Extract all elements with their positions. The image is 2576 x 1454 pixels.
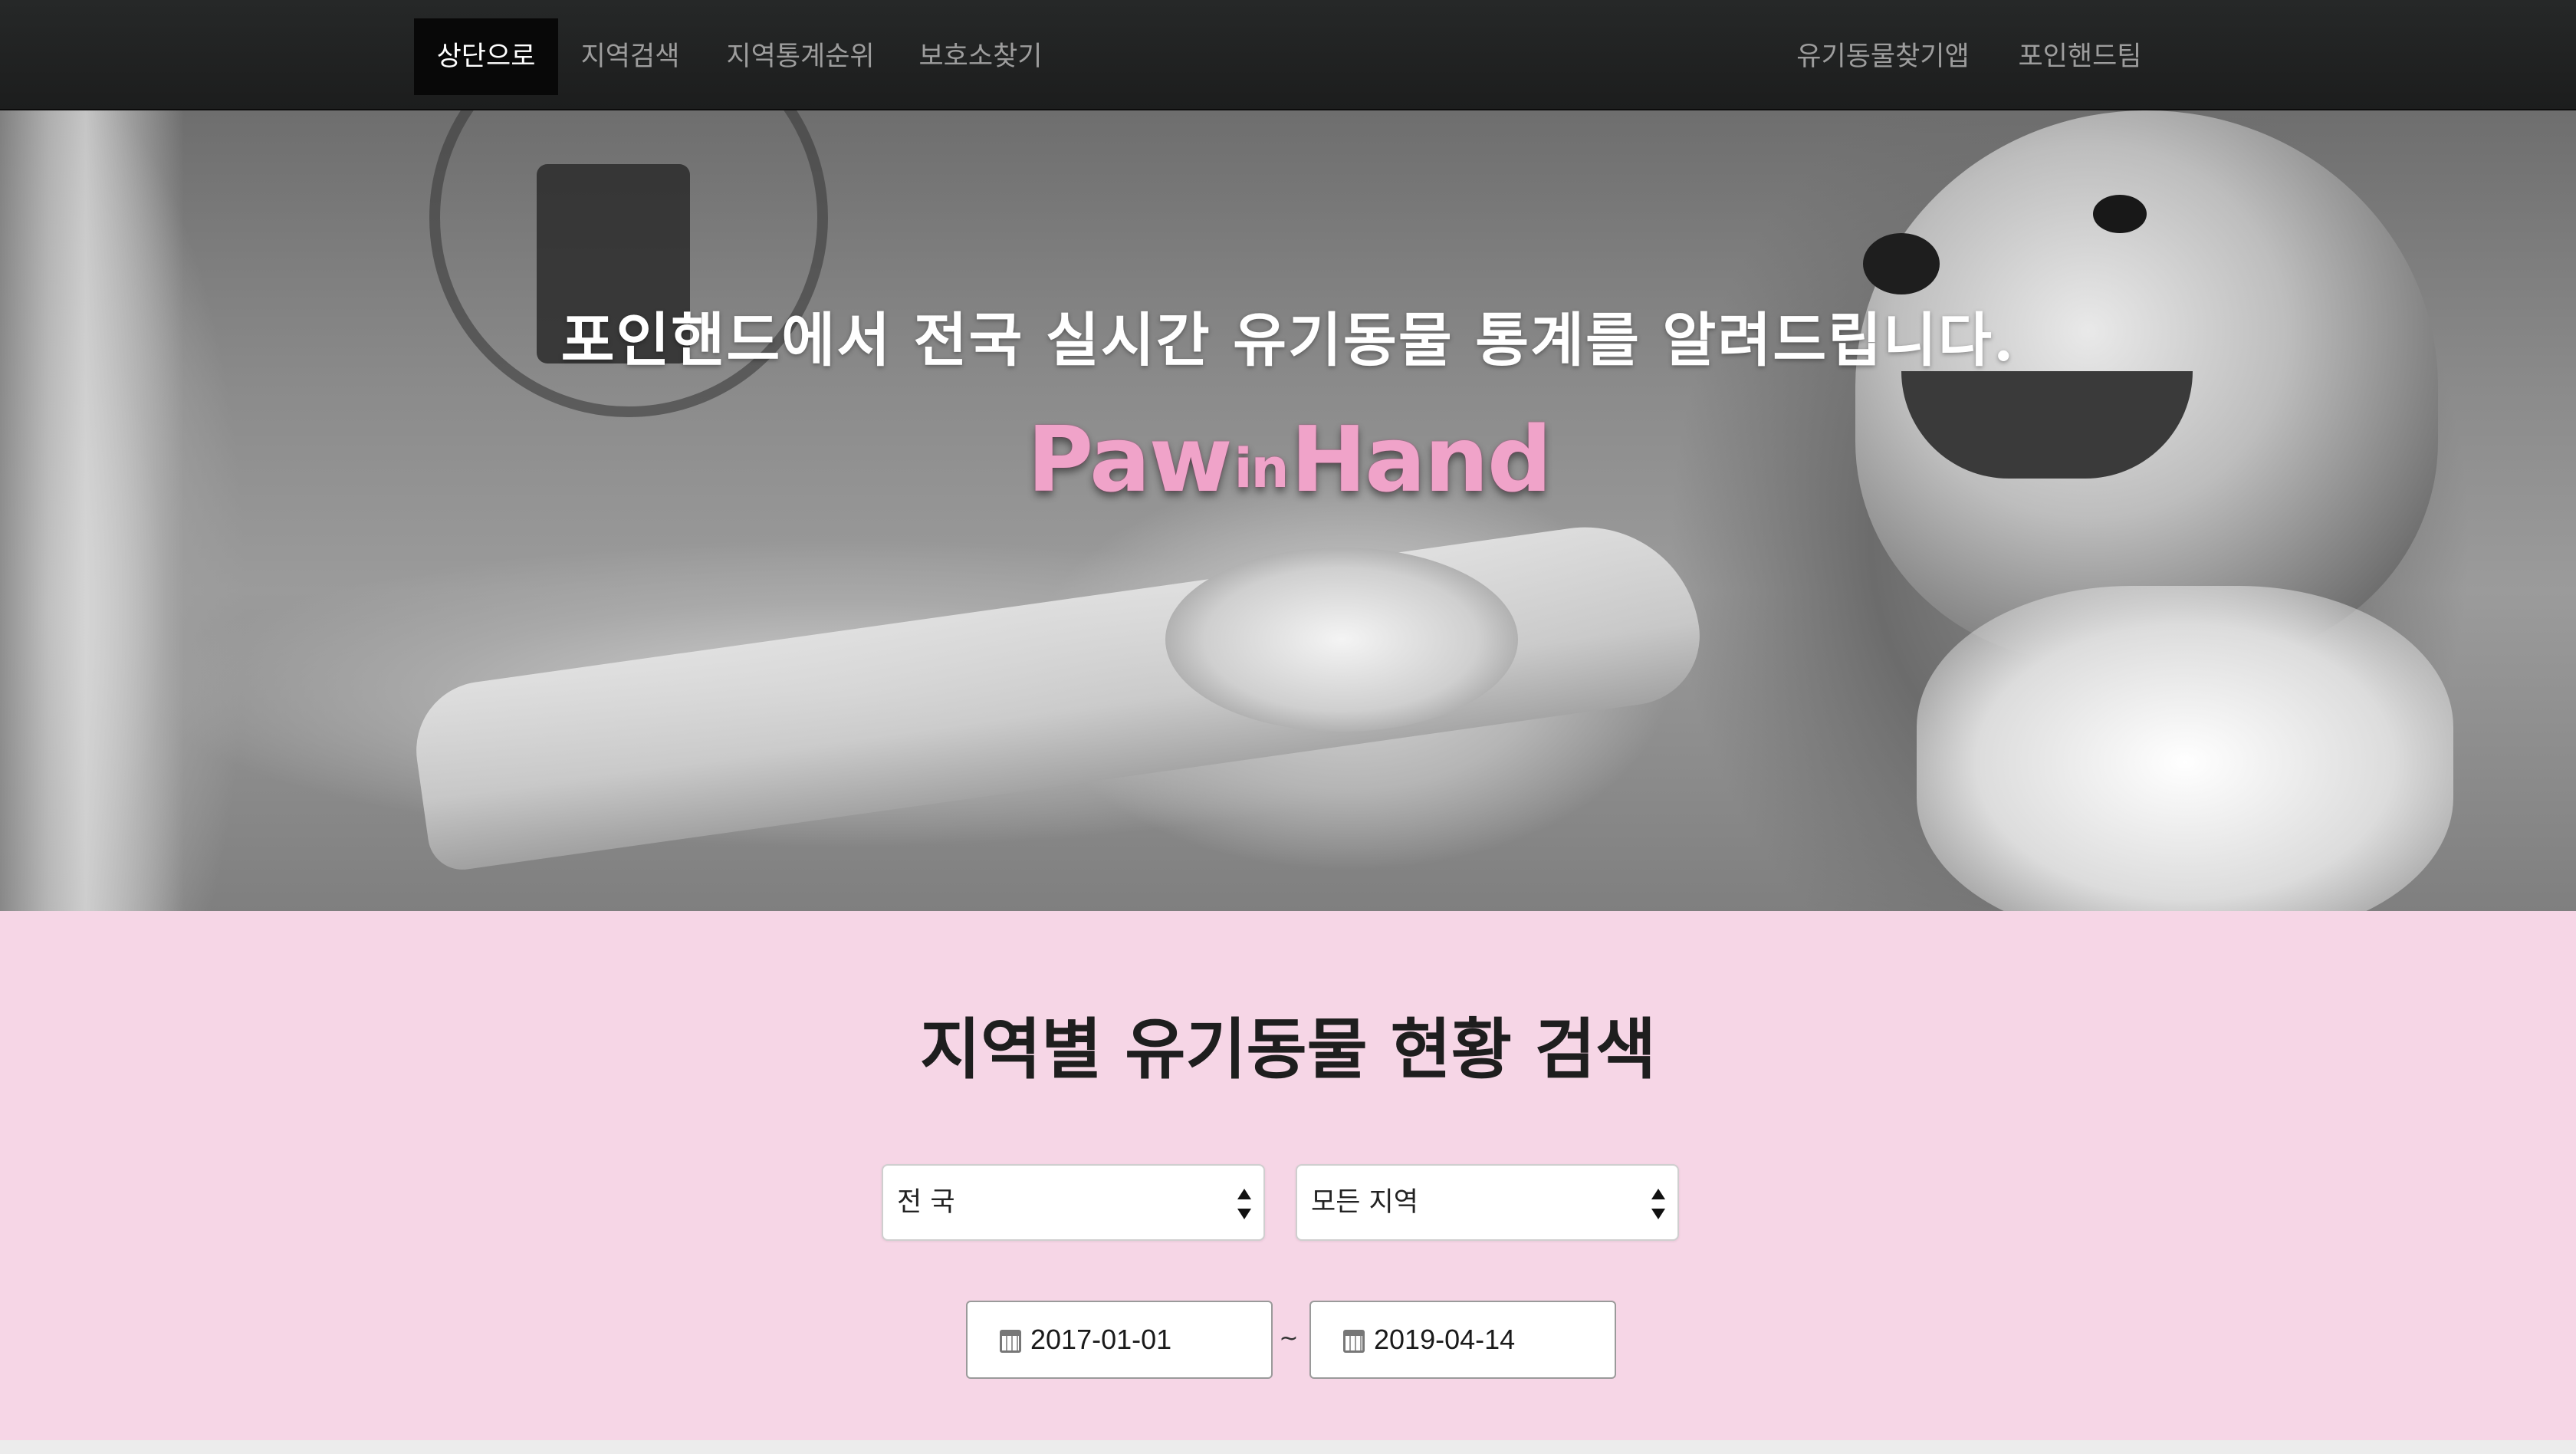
pawinhand-logo: Paw in Hand (1027, 406, 1552, 512)
hero-dog-eye-shape (2093, 195, 2147, 233)
calendar-icon (1000, 1330, 1021, 1353)
nav-item-region-ranking[interactable]: 지역통계순위 (715, 18, 886, 95)
select-arrows-icon (1236, 1186, 1253, 1222)
calendar-icon (1343, 1330, 1365, 1353)
region-select[interactable]: 전 국 (882, 1164, 1265, 1241)
top-navbar: 상단으로 지역검색 지역통계순위 보호소찾기 유기동물찾기앱 포인핸드팀 (0, 0, 2576, 110)
hero-dog-nose-shape (1863, 233, 1940, 294)
start-date-input[interactable]: 2017-01-01 (966, 1301, 1273, 1379)
nav-item-top[interactable]: 상단으로 (414, 18, 558, 95)
select-arrows-icon (1650, 1186, 1667, 1222)
nav-item-region-search[interactable]: 지역검색 (567, 18, 693, 95)
nav-item-find-shelter[interactable]: 보호소찾기 (909, 18, 1052, 95)
date-range-separator: ~ (1279, 1325, 1299, 1352)
subregion-select[interactable]: 모든 지역 (1296, 1164, 1679, 1241)
start-date-value: 2017-01-01 (1030, 1324, 1172, 1355)
region-select-value: 전 국 (897, 1187, 955, 1218)
end-date-value: 2019-04-14 (1374, 1324, 1516, 1355)
page-bottom-edge (0, 1440, 2576, 1454)
nav-item-finder-app[interactable]: 유기동물찾기앱 (1780, 18, 1986, 95)
region-search-section: 지역별 유기동물 현황 검색 전 국 모든 지역 2017-01-01 ~ 20… (0, 911, 2576, 1440)
subregion-select-value: 모든 지역 (1311, 1187, 1418, 1218)
section-title: 지역별 유기동물 현황 검색 (919, 1011, 1657, 1088)
hero-tagline: 포인핸드에서 전국 실시간 유기동물 통계를 알려드립니다. (560, 306, 2016, 374)
hero-hand-shape (407, 512, 1709, 874)
nav-item-team[interactable]: 포인핸드팀 (1999, 18, 2160, 95)
end-date-input[interactable]: 2019-04-14 (1309, 1301, 1616, 1379)
hero-person-shape (0, 110, 184, 911)
hero-paw-shape (1165, 548, 1518, 732)
hero-dog-chest-shape (1917, 586, 2453, 911)
hero-banner: 포인핸드에서 전국 실시간 유기동물 통계를 알려드립니다. Paw in Hand (0, 110, 2576, 911)
